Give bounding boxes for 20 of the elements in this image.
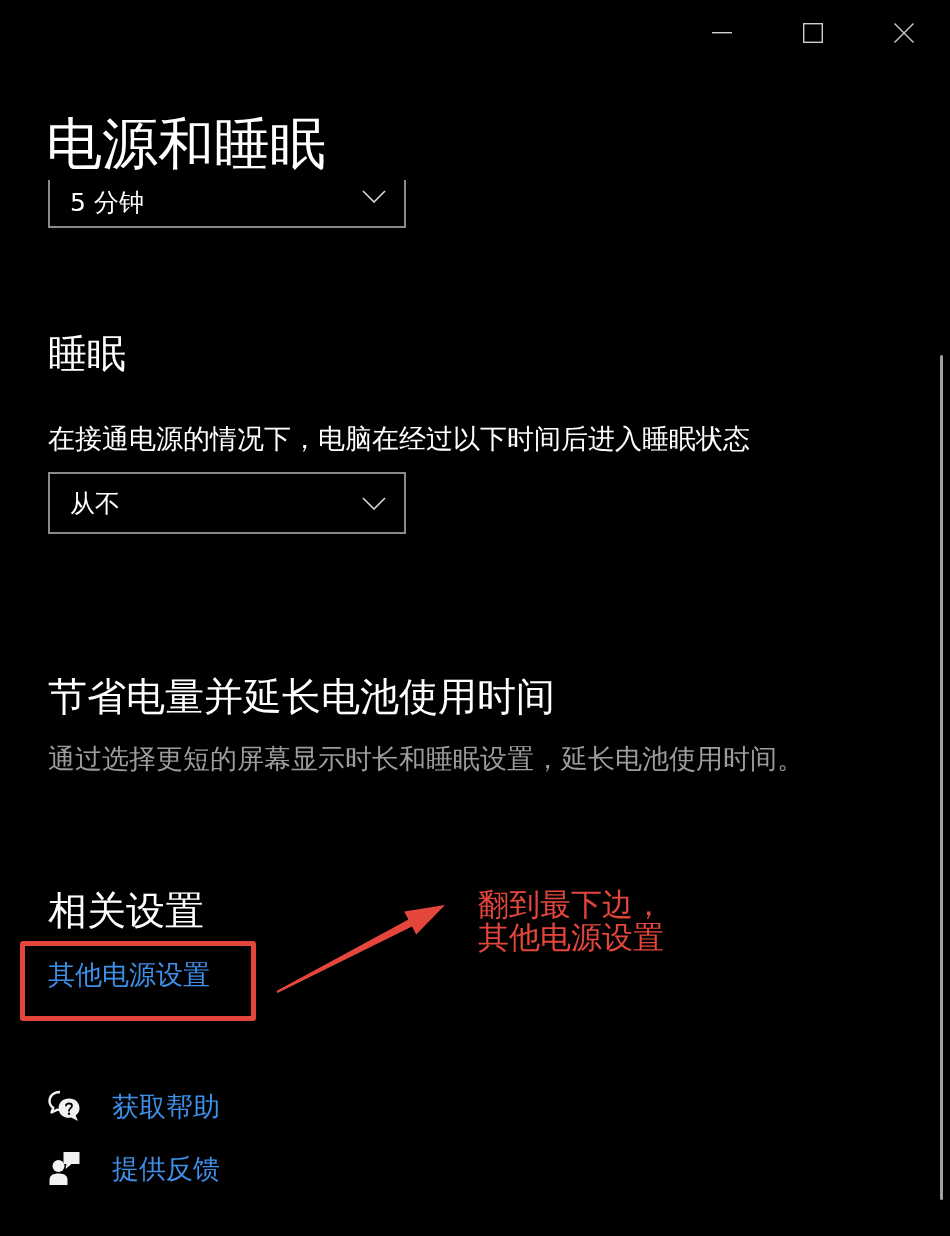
- scrollbar[interactable]: [940, 355, 943, 1200]
- close-icon: [893, 23, 914, 43]
- section-heading: 相关设置: [48, 887, 204, 935]
- maximize-icon: [802, 23, 823, 43]
- feedback-link[interactable]: 提供反馈: [112, 1150, 220, 1186]
- person-speech-bubble-icon: [48, 1151, 81, 1185]
- dropdown[interactable]: 从不: [48, 472, 406, 534]
- setting-label: 在接通电源的情况下，电脑在经过以下时间后进入睡眠状态: [48, 422, 750, 456]
- speech-bubbles-question-icon: [48, 1090, 81, 1122]
- section-heading: 节省电量并延长电池使用时间: [48, 673, 555, 721]
- annotation-note: 翻到最下边，其他电源设置: [478, 888, 665, 954]
- minimize-icon: [711, 32, 732, 34]
- chevron-down-icon: [362, 496, 386, 510]
- dropdown[interactable]: 5 分钟: [48, 180, 406, 228]
- get-help-link[interactable]: 获取帮助: [112, 1088, 220, 1124]
- page-title: 电源和睡眠: [46, 110, 326, 177]
- section-heading: 睡眠: [48, 330, 126, 378]
- section-description: 通过选择更短的屏幕显示时长和睡眠设置，延长电池使用时间。: [48, 742, 804, 776]
- settings-link[interactable]: 其他电源设置: [48, 957, 210, 992]
- chevron-down-icon: [362, 190, 386, 203]
